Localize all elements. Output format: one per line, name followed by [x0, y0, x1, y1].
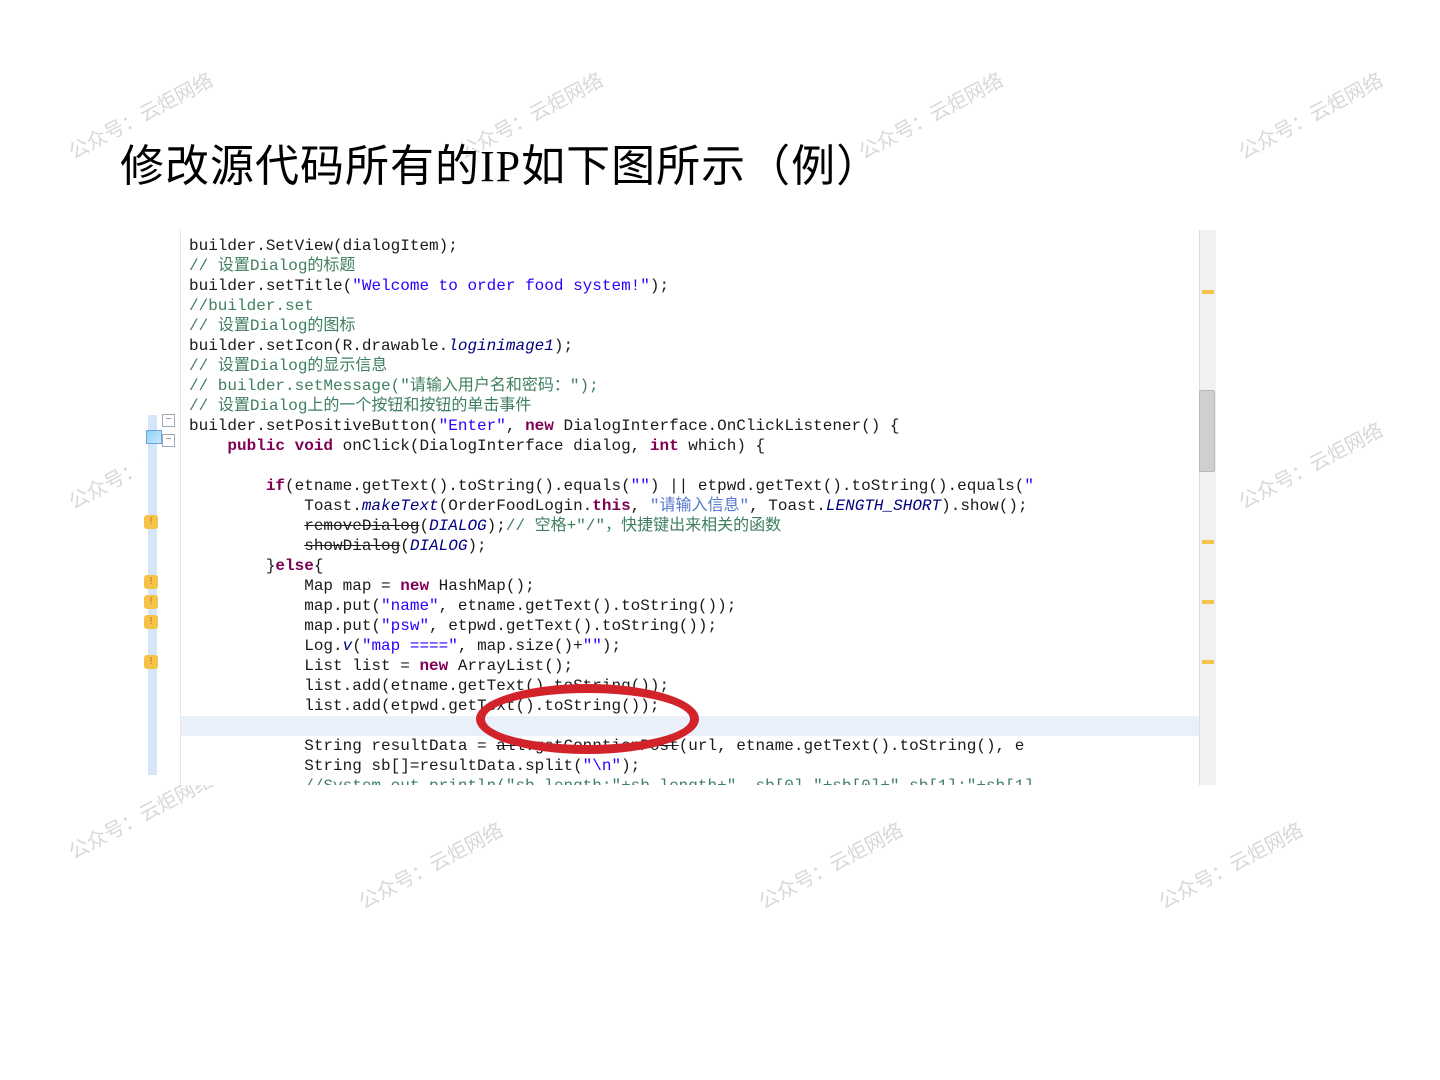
- source-code: builder.SetView(dialogItem); // 设置Dialog…: [189, 236, 1216, 785]
- watermark: 公众号：云炬网络: [753, 814, 908, 915]
- page-title: 修改源代码所有的IP如下图所示（例）: [120, 130, 881, 194]
- scrollbar-warning-mark: [1202, 540, 1214, 544]
- code-editor: − − ! ! ! ! ! builder.SetView(dialogItem…: [140, 230, 1216, 785]
- warning-gutter-icon: !: [144, 655, 158, 669]
- fold-toggle-icon[interactable]: −: [162, 434, 175, 447]
- scrollbar-thumb[interactable]: [1199, 390, 1215, 472]
- scrollbar-track[interactable]: [1199, 230, 1216, 785]
- watermark: 公众号：云炬网络: [1233, 64, 1388, 165]
- fold-toggle-icon[interactable]: −: [162, 414, 175, 427]
- watermark: 公众号：云炬网络: [1233, 414, 1388, 515]
- warning-gutter-icon: !: [144, 515, 158, 529]
- scrollbar-warning-mark: [1202, 600, 1214, 604]
- image-gutter-icon: [146, 430, 162, 444]
- code-area[interactable]: builder.SetView(dialogItem); // 设置Dialog…: [181, 230, 1216, 785]
- editor-gutter: − − ! ! ! ! !: [140, 230, 181, 785]
- watermark: 公众号：云炬网络: [353, 814, 508, 915]
- scrollbar-warning-mark: [1202, 290, 1214, 294]
- watermark: 公众号：云炬网络: [1153, 814, 1308, 915]
- warning-gutter-icon: !: [144, 615, 158, 629]
- current-line-highlight: [181, 716, 1216, 736]
- warning-gutter-icon: !: [144, 575, 158, 589]
- scrollbar-warning-mark: [1202, 660, 1214, 664]
- warning-gutter-icon: !: [144, 595, 158, 609]
